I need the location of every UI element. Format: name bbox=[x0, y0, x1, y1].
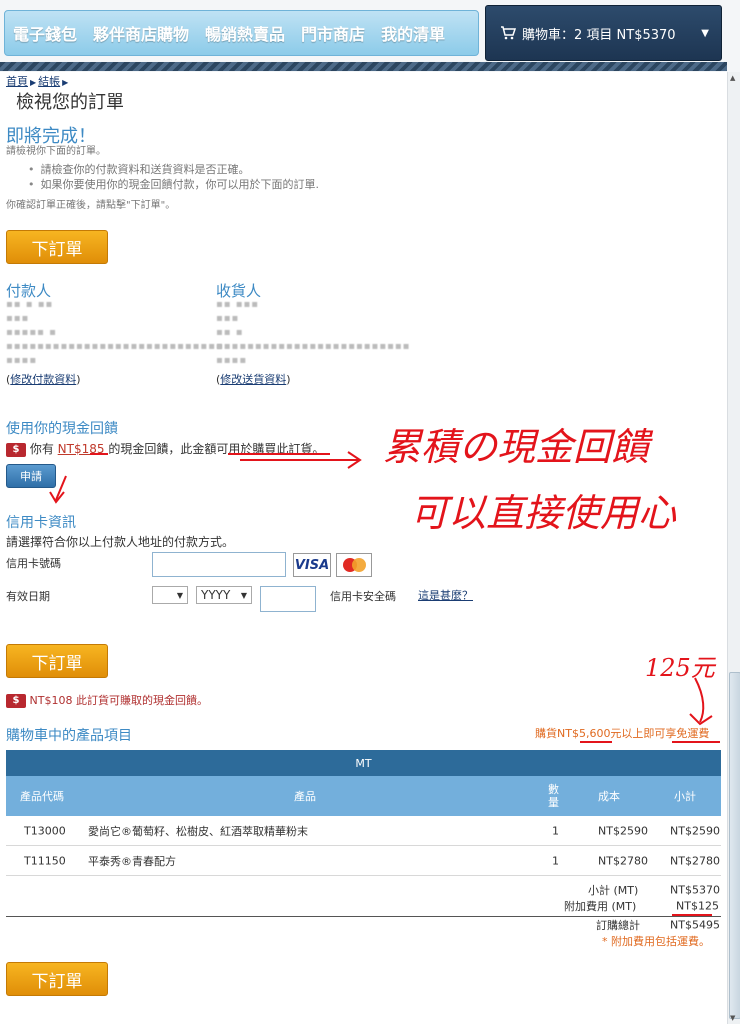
chevron-down-icon: ▼ bbox=[701, 27, 709, 39]
cart-summary-label: 購物車：2 項目 NT$5370 bbox=[522, 27, 676, 43]
nav-item-bestsellers[interactable]: 暢銷熱賣品 bbox=[197, 21, 293, 45]
scroll-up-icon[interactable]: ▲ bbox=[730, 74, 735, 82]
vertical-scrollbar[interactable]: ▲ ▼ bbox=[727, 72, 740, 1024]
annotation-marks bbox=[49, 451, 720, 916]
cart-icon bbox=[501, 26, 516, 40]
nav-item-retail-stores[interactable]: 門市商店 bbox=[293, 21, 373, 45]
main-content: 首頁▶結帳▶ 檢視您的訂單 即將完成！ 請檢視你下面的訂單。 請檢查你的付款資料… bbox=[0, 72, 727, 1024]
scrollbar-thumb[interactable] bbox=[729, 672, 740, 1019]
nav-item-ewallet[interactable]: 電子錢包 bbox=[5, 21, 85, 45]
nav-item-my-list[interactable]: 我的清單 bbox=[373, 21, 453, 45]
scroll-down-icon[interactable]: ▼ bbox=[730, 1014, 735, 1022]
main-nav: 電子錢包 夥伴商店購物 暢銷熱賣品 門市商店 我的清單 bbox=[4, 10, 479, 56]
top-bar: 電子錢包 夥伴商店購物 暢銷熱賣品 門市商店 我的清單 購物車：2 項目 NT$… bbox=[0, 0, 740, 72]
cart-summary-button[interactable]: 購物車：2 項目 NT$5370 ▼ bbox=[485, 5, 722, 61]
nav-item-partner-stores[interactable]: 夥伴商店購物 bbox=[85, 21, 197, 45]
header-stripe bbox=[0, 62, 727, 71]
